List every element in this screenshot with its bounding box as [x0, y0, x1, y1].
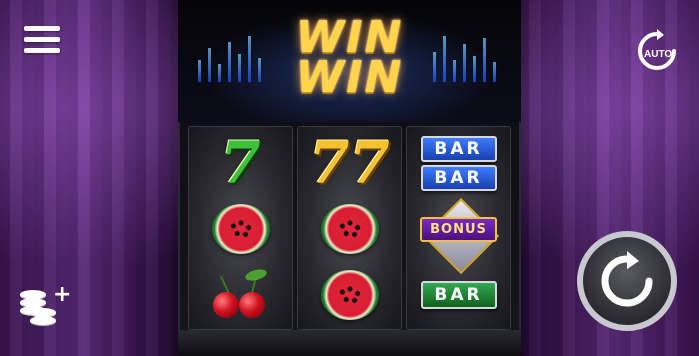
symbol-cherries — [189, 261, 292, 329]
reel-3: BAR BAR BONUS BAR — [406, 126, 511, 330]
spin-button[interactable] — [577, 231, 677, 331]
symbol-watermelon — [298, 195, 401, 263]
logo-line-2: WIN — [295, 52, 404, 103]
bonus-label: BONUS — [420, 216, 497, 242]
reel-2: 77 — [297, 126, 402, 330]
symbol-watermelon — [298, 261, 401, 329]
auto-label: AUTO — [644, 49, 673, 60]
symbol-seven-gold: 77 — [298, 129, 401, 197]
logo-area: WIN WIN — [178, 0, 521, 122]
game-logo: WIN WIN — [178, 16, 521, 103]
watermelon-icon — [320, 204, 379, 254]
hamburger-menu-icon[interactable] — [24, 26, 60, 58]
bar-label: BAR — [420, 164, 497, 191]
reels: 7 77 BAR BAR BONUS BAR — [188, 126, 511, 330]
plus-label: + — [53, 282, 72, 307]
watermelon-icon — [211, 204, 270, 254]
coins-plus-icon[interactable]: + — [20, 284, 72, 330]
bonus-diamond-icon: BONUS — [414, 197, 504, 275]
cherries-icon — [209, 267, 273, 322]
symbol-seven-green: 7 — [189, 129, 292, 197]
seven-label: 77 — [309, 129, 390, 197]
bar-label: BAR — [420, 135, 497, 162]
symbol-double-bar: BAR BAR — [407, 129, 510, 197]
refresh-icon — [601, 251, 653, 307]
seven-label: 7 — [220, 129, 261, 197]
autoplay-button[interactable]: AUTO — [634, 28, 680, 74]
bar-label: BAR — [420, 281, 497, 309]
slot-machine-frame: WIN WIN 7 77 BAR BAR BONUS BAR — [178, 0, 521, 356]
watermelon-icon — [320, 270, 379, 320]
reel-1: 7 — [188, 126, 293, 330]
symbol-bonus: BONUS — [407, 195, 510, 275]
reel-base — [178, 330, 521, 356]
symbol-watermelon — [189, 195, 292, 263]
symbol-single-bar: BAR — [407, 261, 510, 329]
